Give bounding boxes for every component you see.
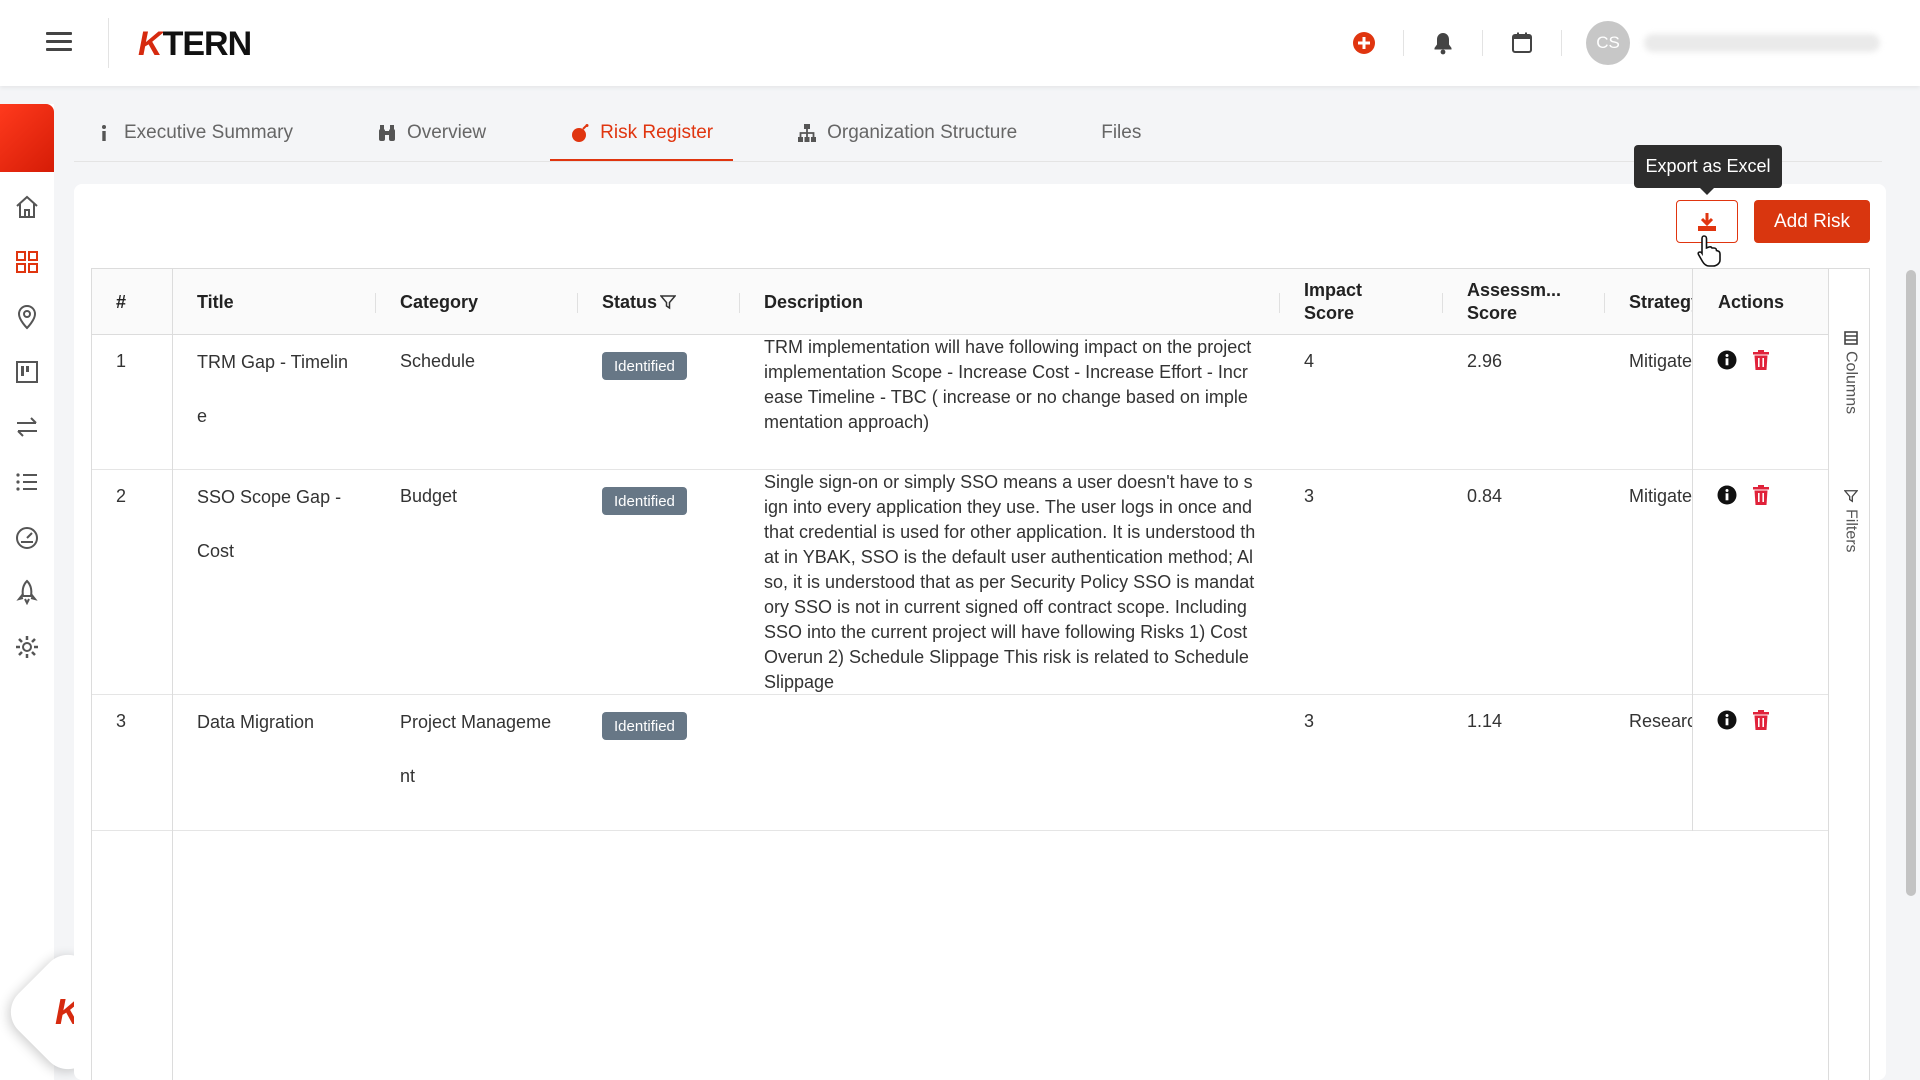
- col-actions: Actions: [1718, 291, 1785, 312]
- table-row[interactable]: 2 SSO Scope Gap - Cost Budget Identified…: [92, 470, 1828, 695]
- gauge-icon[interactable]: [12, 522, 42, 552]
- info-icon: [102, 125, 106, 141]
- export-tooltip: Export as Excel: [1634, 145, 1782, 195]
- tab-executive-summary[interactable]: Executive Summary: [74, 104, 313, 162]
- add-circle-icon[interactable]: [1325, 23, 1403, 63]
- board-icon[interactable]: [12, 357, 42, 387]
- tab-divider: [74, 161, 1882, 162]
- add-risk-button[interactable]: Add Risk: [1754, 200, 1870, 243]
- binoculars-icon: [378, 125, 395, 141]
- filter-icon: [1843, 490, 1858, 503]
- row-title: TRM Gap - Timeline: [197, 352, 349, 426]
- logo-k: K: [138, 24, 163, 63]
- filters-panel-toggle[interactable]: Filters: [1829, 489, 1869, 553]
- columns-panel-toggle[interactable]: Columns: [1829, 331, 1869, 414]
- risk-table: # Title Category Status Description Impa…: [91, 268, 1870, 1080]
- row-assessment: 2.96: [1467, 351, 1503, 371]
- row-assessment: 0.84: [1467, 486, 1503, 506]
- columns-icon: [1843, 331, 1858, 345]
- dashboard-grid-icon[interactable]: [12, 247, 42, 277]
- row-category: Budget: [400, 486, 458, 506]
- col-strategy[interactable]: Strategy: [1629, 269, 1692, 335]
- left-nav: [0, 104, 54, 1080]
- col-category[interactable]: Category: [400, 269, 478, 335]
- col-description[interactable]: Description: [764, 269, 863, 335]
- hand-cursor-icon: [1697, 235, 1721, 267]
- pinned-actions-divider: [1692, 269, 1693, 831]
- row-impact: 3: [1304, 711, 1315, 731]
- status-badge: Identified: [602, 487, 687, 515]
- status-badge: Identified: [602, 712, 687, 740]
- col-title[interactable]: Title: [197, 269, 234, 335]
- org-chart-icon: [798, 124, 817, 142]
- row-category: Project Management: [400, 712, 552, 786]
- col-assessment-score[interactable]: Assessm... Score: [1467, 269, 1561, 335]
- tab-organization-structure[interactable]: Organization Structure: [777, 104, 1037, 162]
- download-icon: [1698, 212, 1716, 231]
- list-icon[interactable]: [12, 467, 42, 497]
- transfer-arrows-icon[interactable]: [12, 412, 42, 442]
- num-column-divider: [172, 269, 173, 1080]
- status-badge: Identified: [602, 352, 687, 380]
- tab-risk-register[interactable]: Risk Register: [550, 104, 734, 162]
- row-title: SSO Scope Gap - Cost: [197, 487, 342, 561]
- trash-icon[interactable]: [1750, 484, 1772, 506]
- nav-brand: [0, 104, 54, 172]
- col-num[interactable]: #: [116, 269, 126, 335]
- page-scrollbar[interactable]: [1906, 270, 1916, 896]
- row-impact: 3: [1304, 486, 1315, 506]
- row-description: TRM implementation will have following i…: [764, 337, 1252, 432]
- avatar[interactable]: CS: [1586, 21, 1630, 65]
- bomb-icon: [572, 124, 589, 142]
- filter-icon[interactable]: [660, 294, 677, 310]
- rocket-icon[interactable]: [12, 577, 42, 607]
- calendar-icon[interactable]: [1483, 23, 1561, 63]
- tab-overview[interactable]: Overview: [357, 104, 506, 162]
- trash-icon[interactable]: [1750, 709, 1772, 731]
- info-icon[interactable]: [1716, 709, 1738, 731]
- table-row[interactable]: 1 TRM Gap - Timeline Schedule Identified…: [92, 335, 1828, 470]
- row-strategy: Mitigate: [1629, 486, 1692, 506]
- info-icon[interactable]: [1716, 484, 1738, 506]
- col-impact-score[interactable]: Impact Score: [1304, 269, 1362, 335]
- divider: [108, 18, 109, 68]
- row-category: Schedule: [400, 351, 476, 371]
- row-strategy: Mitigate: [1629, 351, 1692, 371]
- app-logo[interactable]: K TERN: [138, 24, 253, 64]
- logo-text: TERN: [162, 24, 253, 63]
- col-status[interactable]: Status: [602, 269, 677, 335]
- settings-gear-icon[interactable]: [12, 632, 42, 662]
- location-pin-icon[interactable]: [12, 302, 42, 332]
- table-row[interactable]: 3 Data Migration Project Management Iden…: [92, 695, 1828, 831]
- row-impact: 4: [1304, 351, 1315, 371]
- bell-icon[interactable]: [1404, 23, 1482, 63]
- table-header: # Title Category Status Description Impa…: [92, 269, 1828, 335]
- tab-bar: Executive Summary Overview Risk Register…: [74, 104, 1205, 162]
- row-strategy: Research: [1629, 711, 1692, 731]
- row-assessment: 1.14: [1467, 711, 1503, 731]
- menu-icon[interactable]: [46, 32, 72, 52]
- row-num: 2: [116, 486, 127, 506]
- grid-side-panel: Columns Filters: [1828, 269, 1869, 1080]
- info-icon[interactable]: [1716, 349, 1738, 371]
- tab-files[interactable]: Files: [1081, 104, 1161, 162]
- username-blurred: [1644, 34, 1880, 52]
- row-num: 3: [116, 711, 127, 731]
- row-num: 1: [116, 351, 127, 371]
- home-icon[interactable]: [12, 192, 42, 222]
- row-description: Single sign-on or simply SSO means a use…: [764, 472, 1256, 692]
- row-title: Data Migration: [197, 712, 315, 732]
- trash-icon[interactable]: [1750, 349, 1772, 371]
- top-bar: K TERN CS: [0, 0, 1920, 86]
